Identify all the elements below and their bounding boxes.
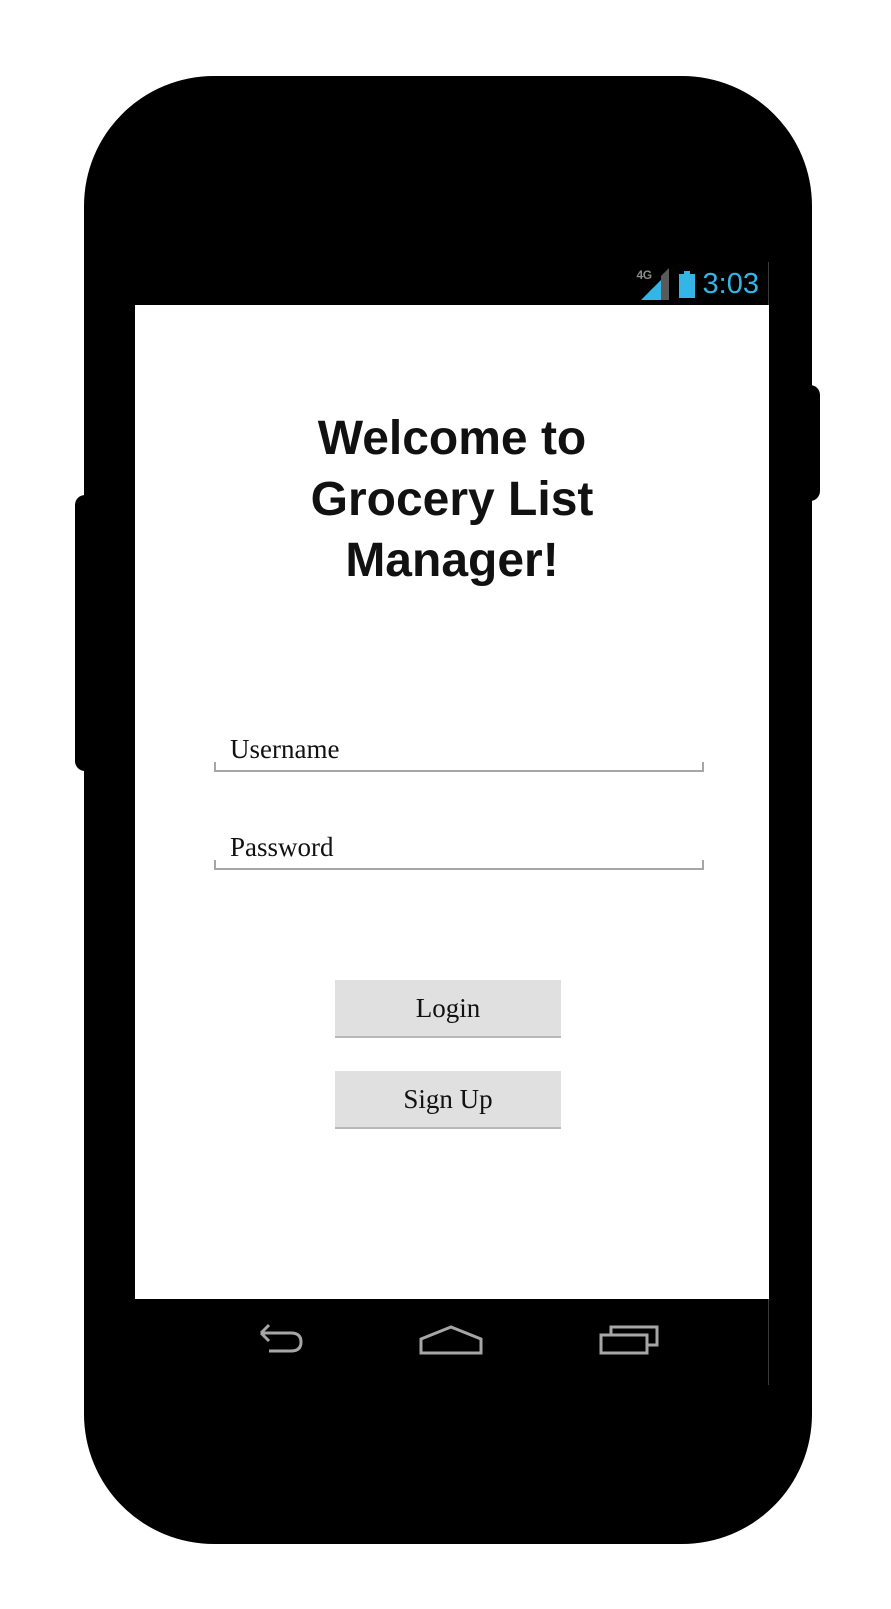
signal-icon: 4G	[637, 268, 671, 300]
login-button[interactable]: Login	[335, 980, 561, 1038]
username-field[interactable]: Username	[214, 732, 706, 772]
password-placeholder: Password	[230, 832, 334, 862]
home-icon[interactable]	[417, 1319, 487, 1359]
status-icons: 4G 3:03	[637, 267, 759, 301]
navigation-bar	[135, 1299, 769, 1385]
username-underline	[214, 762, 704, 772]
battery-icon	[678, 270, 695, 298]
password-underline	[214, 860, 704, 870]
title-line: Manager!	[345, 534, 559, 587]
status-time: 3:03	[702, 268, 759, 300]
device-mockup: 4G 3:03 Welcome to Grocery List Manager!	[0, 0, 891, 1609]
nav-bar-edge	[768, 1299, 769, 1385]
welcome-title: Welcome to Grocery List Manager!	[135, 408, 769, 591]
recent-apps-icon[interactable]	[595, 1319, 665, 1359]
status-bar: 4G 3:03	[135, 262, 769, 305]
username-placeholder: Username	[230, 734, 340, 764]
title-line: Welcome to	[317, 412, 587, 465]
password-field[interactable]: Password	[214, 830, 706, 870]
back-icon[interactable]	[241, 1319, 311, 1359]
app-screen: Welcome to Grocery List Manager! Usernam…	[135, 305, 769, 1299]
status-bar-edge	[768, 262, 769, 305]
title-line: Grocery List	[310, 473, 594, 526]
sign-up-button[interactable]: Sign Up	[335, 1071, 561, 1129]
